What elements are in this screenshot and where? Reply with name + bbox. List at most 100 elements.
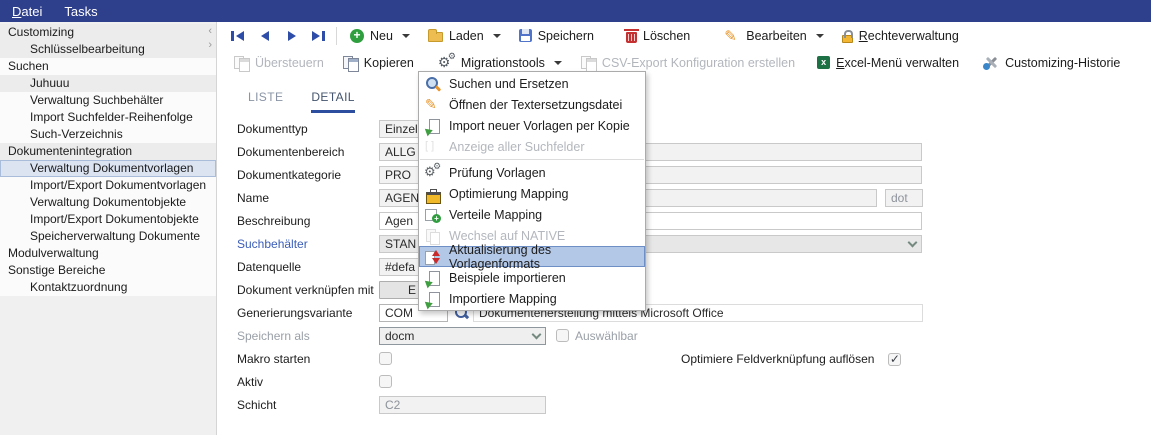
sidebar-item-kontaktzuordnung[interactable]: Kontaktzuordnung	[0, 279, 216, 296]
chevron-down-icon[interactable]	[402, 34, 410, 38]
menu-tasks[interactable]: Tasks	[64, 4, 97, 19]
optimiere-feldverknuepfung-checkbox[interactable]: ✓	[888, 353, 901, 366]
auswaehlbar-checkbox[interactable]	[556, 329, 569, 342]
auswaehlbar-label: Auswählbar	[575, 329, 638, 343]
sidebar-item-import-export-dokumentvorlagen[interactable]: Import/Export Dokumentvorlagen	[0, 177, 216, 194]
form-row: Dokumentkategorie PRO	[237, 163, 1142, 186]
toolbar-row-1: Neu Laden Speichern Löschen Bearbeiten R…	[218, 22, 1151, 49]
speichern-als-label: Speichern als	[237, 329, 379, 343]
schicht-label: Schicht	[237, 398, 379, 412]
lock-icon	[842, 35, 853, 43]
toolbar-row-2: Übersteuern Kopieren Migrationstools CSV…	[218, 49, 1151, 76]
sidebar-item-modulverwaltung[interactable]: Modulverwaltung	[0, 245, 216, 262]
sidebar-item-import-export-dokumentobjekte[interactable]: Import/Export Dokumentobjekte	[0, 211, 216, 228]
makro-starten-label: Makro starten	[237, 352, 379, 366]
detail-form: Dokumenttyp Einzel Dokumentenbereich ALL…	[237, 117, 1142, 416]
menu-item-importiere-mapping[interactable]: Importiere Mapping	[419, 288, 645, 309]
makro-starten-checkbox[interactable]	[379, 352, 392, 365]
sidebar-item-suchen[interactable]: Suchen	[0, 58, 216, 75]
sidebar: Customizing Schlüsselbearbeitung Suchen …	[0, 22, 217, 435]
menubar: Datei Tasks	[0, 0, 1151, 22]
dokumentkategorie-label: Dokumentkategorie	[237, 168, 379, 182]
form-row: Datenquelle #defa	[237, 255, 1142, 278]
name-label: Name	[237, 191, 379, 205]
import-icon	[424, 118, 441, 134]
form-row: Suchbehälter STAN	[237, 232, 1142, 255]
sidebar-collapse-icon[interactable]: ‹	[208, 24, 212, 38]
search-replace-icon	[424, 76, 441, 92]
sidebar-item-import-suchfelder[interactable]: Import Suchfelder-Reihenfolge	[0, 109, 216, 126]
tab-liste[interactable]: LISTE	[248, 90, 283, 113]
beschreibung-label: Beschreibung	[237, 214, 379, 228]
bearbeiten-button[interactable]: Bearbeiten	[715, 26, 832, 46]
menu-separator	[420, 159, 644, 160]
sidebar-expand-icon[interactable]: ›	[208, 38, 212, 52]
menu-item-pruefung-vorlagen[interactable]: Prüfung Vorlagen	[419, 162, 645, 183]
sidebar-item-customizing[interactable]: Customizing	[0, 24, 216, 41]
suchbehaelter-label[interactable]: Suchbehälter	[237, 237, 379, 251]
menu-item-aktualisierung-vorlagenformat[interactable]: Aktualisierung des Vorlagenformats	[419, 246, 645, 267]
name-suffix-field: dot	[885, 189, 923, 207]
speichern-button[interactable]: Speichern	[510, 27, 603, 45]
plus-icon	[350, 29, 364, 43]
neu-button[interactable]: Neu	[341, 27, 419, 45]
laden-button[interactable]: Laden	[419, 27, 510, 45]
refresh-document-icon	[424, 249, 441, 265]
sidebar-item-verwaltung-suchbehaelter[interactable]: Verwaltung Suchbehälter	[0, 92, 216, 109]
csv-config-icon	[580, 55, 596, 70]
form-row: Name AGEN dot	[237, 186, 1142, 209]
form-row: Schicht C2	[237, 393, 1142, 416]
nav-next-button[interactable]	[278, 25, 305, 47]
chevron-down-icon[interactable]	[816, 34, 824, 38]
speichern-als-dropdown[interactable]: docm	[379, 327, 546, 345]
uebersteuern-button: Übersteuern	[224, 53, 333, 72]
sidebar-item-verwaltung-dokumentobjekte[interactable]: Verwaltung Dokumentobjekte	[0, 194, 216, 211]
sidebar-item-schluesselbearbeitung[interactable]: Schlüsselbearbeitung	[0, 41, 216, 58]
override-pages-icon	[233, 55, 249, 70]
toolbar-separator	[336, 27, 337, 45]
nav-last-button[interactable]	[305, 25, 332, 47]
chevron-down-icon[interactable]	[554, 61, 562, 65]
chevron-down-icon	[908, 237, 918, 247]
excel-menu-button[interactable]: Excel-Menü verwalten	[808, 54, 968, 72]
menu-item-import-vorlagen-kopie[interactable]: Import neuer Vorlagen per Kopie	[419, 115, 645, 136]
copy-icon	[342, 55, 358, 70]
menu-item-optimierung-mapping[interactable]: Optimierung Mapping	[419, 183, 645, 204]
sidebar-item-such-verzeichnis[interactable]: Such-Verzeichnis	[0, 126, 216, 143]
distribute-icon	[424, 207, 441, 223]
menu-item-verteile-mapping[interactable]: Verteile Mapping	[419, 204, 645, 225]
migrationstools-button[interactable]: Migrationstools	[429, 53, 571, 73]
chevron-down-icon[interactable]	[493, 34, 501, 38]
form-row: Beschreibung Agen	[237, 209, 1142, 232]
sidebar-item-sonstige-bereiche[interactable]: Sonstige Bereiche	[0, 262, 216, 279]
menu-datei[interactable]: Datei	[12, 4, 42, 19]
form-row: Speichern als docm Auswählbar	[237, 324, 1142, 347]
tab-detail[interactable]: DETAIL	[311, 90, 355, 113]
datenquelle-label: Datenquelle	[237, 260, 379, 274]
customizing-historie-button[interactable]: Customizing-Historie	[974, 53, 1129, 72]
optimiere-feldverknuepfung-option: Optimiere Feldverknüpfung auflösen ✓	[681, 352, 901, 366]
customizing-tools-button[interactable]: -	[1139, 53, 1151, 72]
loeschen-button[interactable]: Löschen	[617, 27, 699, 45]
chevron-down-icon	[532, 329, 542, 339]
sidebar-item-juhuuu[interactable]: Juhuuu	[0, 75, 216, 92]
nav-previous-button[interactable]	[251, 25, 278, 47]
menu-item-suchen-ersetzen[interactable]: Suchen und Ersetzen	[419, 73, 645, 94]
csv-export-button: CSV-Export Konfiguration erstellen	[571, 53, 804, 72]
gears-icon	[438, 55, 455, 71]
folder-icon	[428, 32, 443, 42]
sidebar-item-speicherverwaltung[interactable]: Speicherverwaltung Dokumente	[0, 228, 216, 245]
kopieren-button[interactable]: Kopieren	[333, 53, 423, 72]
rechteverwaltung-button[interactable]: Rechteverwaltung	[833, 27, 968, 45]
form-row: Generierungsvariante COM Dokumentenerste…	[237, 301, 1142, 324]
menu-item-textersetzungsdatei[interactable]: Öffnen der Textersetzungsdatei	[419, 94, 645, 115]
tools-history-icon	[983, 55, 999, 70]
sidebar-item-verwaltung-dokumentvorlagen[interactable]: Verwaltung Dokumentvorlagen	[0, 160, 216, 177]
pencil-icon	[724, 28, 740, 44]
toolbox-icon	[424, 186, 441, 202]
import-icon	[424, 291, 441, 307]
aktiv-checkbox[interactable]	[379, 375, 392, 388]
nav-first-button[interactable]	[224, 25, 251, 47]
brackets-icon	[424, 139, 441, 155]
sidebar-item-dokumentenintegration[interactable]: Dokumentenintegration	[0, 143, 216, 160]
